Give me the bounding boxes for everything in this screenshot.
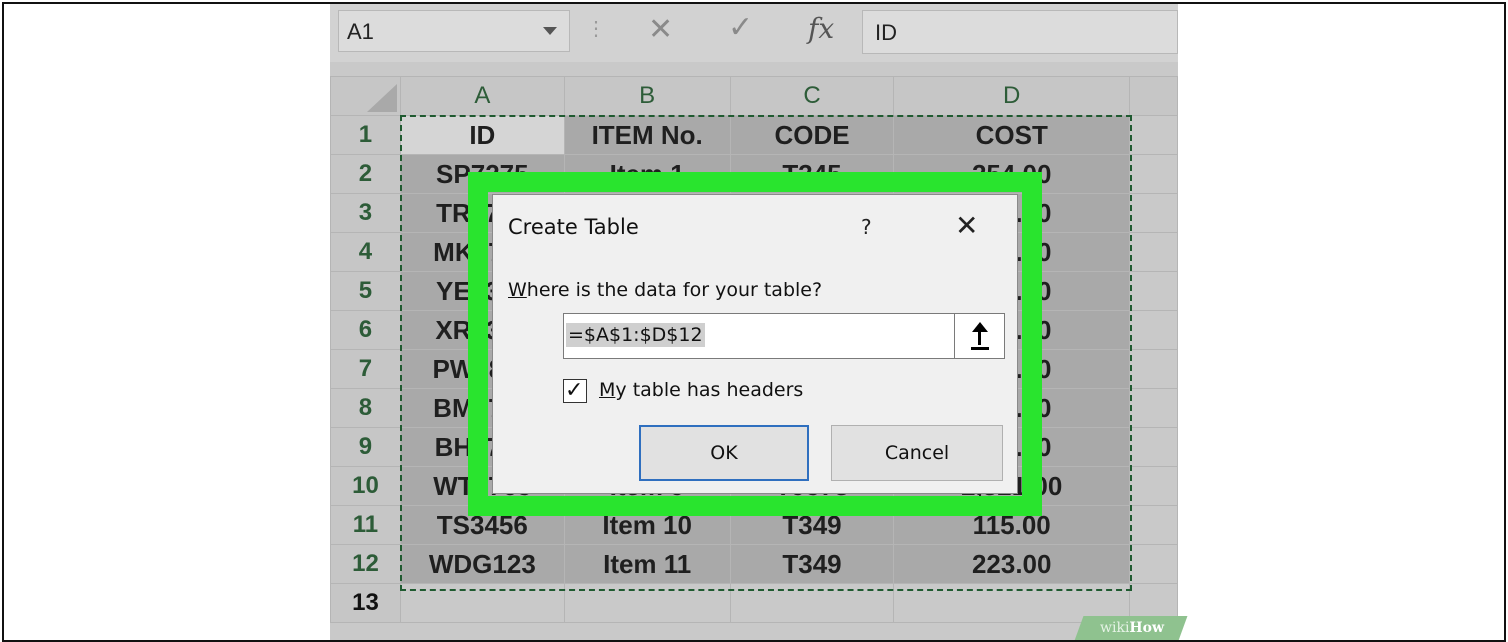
- row-header[interactable]: 12: [330, 544, 401, 584]
- watermark-part1: wiki: [1100, 620, 1130, 636]
- row-header[interactable]: 2: [330, 154, 401, 194]
- create-table-dialog: Create Table ? ✕ Where is the data for y…: [492, 194, 1018, 494]
- row-header[interactable]: 5: [330, 271, 401, 311]
- table-row: 13: [330, 583, 1178, 623]
- name-box[interactable]: A1: [338, 10, 570, 52]
- row-header[interactable]: 3: [330, 193, 401, 233]
- cell[interactable]: [1129, 271, 1178, 311]
- cell[interactable]: T349: [729, 544, 895, 584]
- select-all-button[interactable]: [330, 76, 401, 116]
- cell[interactable]: [563, 583, 731, 623]
- cell[interactable]: ITEM No.: [563, 115, 731, 155]
- row-header[interactable]: 4: [330, 232, 401, 272]
- row-header[interactable]: 13: [330, 583, 401, 623]
- cancel-icon[interactable]: ✕: [648, 12, 673, 47]
- cell[interactable]: [1129, 232, 1178, 272]
- checkbox-text: y table has headers: [615, 379, 804, 401]
- formula-value: ID: [875, 20, 897, 45]
- name-box-value: A1: [347, 19, 374, 44]
- arrow-base: [971, 347, 989, 350]
- cell[interactable]: COST: [893, 115, 1131, 155]
- select-all-icon: [366, 84, 397, 112]
- cell[interactable]: Item 11: [563, 544, 731, 584]
- column-header-b[interactable]: B: [563, 76, 731, 116]
- ok-button[interactable]: OK: [639, 425, 809, 481]
- cell[interactable]: [1129, 544, 1178, 584]
- column-header-d[interactable]: D: [893, 76, 1131, 116]
- row-header[interactable]: 6: [330, 310, 401, 350]
- enter-icon[interactable]: ✓: [728, 10, 753, 45]
- wikihow-watermark: wikiHow: [1100, 620, 1164, 636]
- range-input[interactable]: =$A$1:$D$12: [563, 313, 1005, 359]
- cell[interactable]: WDG123: [399, 544, 565, 584]
- cell[interactable]: [729, 583, 895, 623]
- table-row: 1 ID ITEM No. CODE COST: [330, 115, 1178, 155]
- arrow-shaft: [978, 329, 981, 345]
- prompt-accelerator: W: [508, 279, 527, 301]
- vertical-dots-icon: ⋮: [586, 18, 606, 40]
- collapse-dialog-button[interactable]: [954, 314, 1004, 358]
- row-header[interactable]: 11: [330, 505, 401, 545]
- cell[interactable]: [1129, 193, 1178, 233]
- cell[interactable]: [1129, 466, 1178, 506]
- cell[interactable]: 223.00: [893, 544, 1131, 584]
- checkmark-icon: ✓: [565, 377, 584, 402]
- formula-input[interactable]: ID: [862, 10, 1178, 54]
- help-icon[interactable]: ?: [861, 215, 872, 239]
- cell[interactable]: CODE: [729, 115, 895, 155]
- cell[interactable]: [1129, 349, 1178, 389]
- watermark-part2: How: [1129, 620, 1165, 636]
- row-header[interactable]: 9: [330, 427, 401, 467]
- cell[interactable]: [1129, 154, 1178, 194]
- prompt-text: here is the data for your table?: [526, 279, 823, 301]
- dialog-prompt: Where is the data for your table?: [508, 279, 822, 301]
- cell[interactable]: [1129, 115, 1178, 155]
- formula-bar: A1 ⋮ ✕ ✓ fx ID: [330, 4, 1178, 62]
- cell[interactable]: ID: [399, 115, 565, 155]
- row-header[interactable]: 1: [330, 115, 401, 155]
- table-row: 12 WDG123 Item 11 T349 223.00: [330, 544, 1178, 584]
- row-header[interactable]: 8: [330, 388, 401, 428]
- cell[interactable]: [1129, 310, 1178, 350]
- headers-checkbox-label[interactable]: My table has headers: [599, 379, 803, 401]
- cell[interactable]: [1129, 505, 1178, 545]
- range-value: =$A$1:$D$12: [566, 323, 705, 347]
- checkbox-accelerator: M: [599, 379, 616, 401]
- column-header-a[interactable]: A: [399, 76, 565, 116]
- column-header-c[interactable]: C: [729, 76, 895, 116]
- chevron-down-icon[interactable]: [543, 27, 557, 35]
- row-header[interactable]: 10: [330, 466, 401, 506]
- row-header[interactable]: 7: [330, 349, 401, 389]
- cell[interactable]: [1129, 427, 1178, 467]
- cell[interactable]: [1129, 388, 1178, 428]
- cell[interactable]: [399, 583, 565, 623]
- dialog-title: Create Table: [508, 215, 639, 239]
- close-icon[interactable]: ✕: [955, 209, 978, 242]
- screenshot-frame: A1 ⋮ ✕ ✓ fx ID A B C D 1 ID ITEM No. CODE COST 2 S…: [2, 2, 1506, 642]
- insert-function-icon[interactable]: fx: [808, 12, 834, 45]
- cancel-button[interactable]: Cancel: [831, 425, 1003, 481]
- column-header-e[interactable]: [1129, 76, 1178, 116]
- headers-checkbox[interactable]: ✓: [563, 377, 587, 403]
